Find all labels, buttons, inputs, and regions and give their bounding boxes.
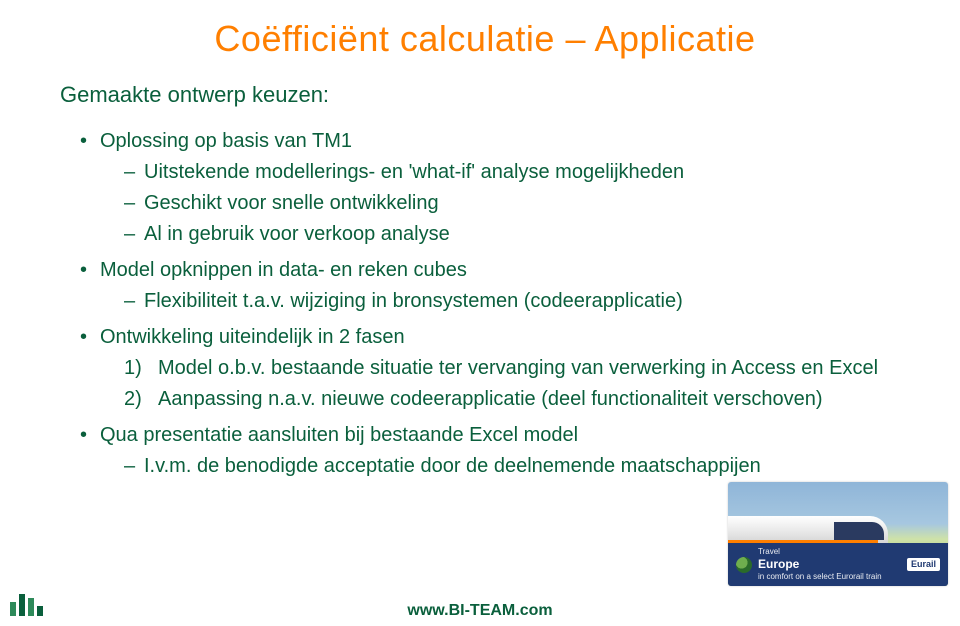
list-item: I.v.m. de benodigde acceptatie door de d… bbox=[124, 452, 910, 481]
list-item-label: Model opknippen in data- en reken cubes bbox=[100, 259, 467, 281]
eurail-badge: Eurail bbox=[907, 558, 940, 571]
list-item: Oplossing op basis van TM1 Uitstekende m… bbox=[80, 126, 910, 249]
list-item: Flexibiliteit t.a.v. wijziging in bronsy… bbox=[124, 287, 910, 316]
list-item: Ontwikkeling uiteindelijk in 2 fasen Mod… bbox=[80, 322, 910, 414]
bullet-list: Oplossing op basis van TM1 Uitstekende m… bbox=[60, 126, 910, 481]
promo-line3: in comfort on a select Eurorail train bbox=[758, 572, 882, 582]
list-item: Model o.b.v. bestaande situatie ter verv… bbox=[124, 354, 910, 383]
slide: Coëfficiënt calculatie – Applicatie Gema… bbox=[0, 0, 960, 626]
numbered-sublist: Model o.b.v. bestaande situatie ter verv… bbox=[100, 354, 910, 414]
list-item: Aanpassing n.a.v. nieuwe codeerapplicati… bbox=[124, 385, 910, 414]
sublist: Uitstekende modellerings- en 'what-if' a… bbox=[100, 158, 910, 249]
list-item: Uitstekende modellerings- en 'what-if' a… bbox=[124, 158, 910, 187]
sublist: Flexibiliteit t.a.v. wijziging in bronsy… bbox=[100, 287, 910, 316]
globe-icon bbox=[736, 557, 752, 573]
list-item: Model opknippen in data- en reken cubes … bbox=[80, 255, 910, 316]
list-item-label: Oplossing op basis van TM1 bbox=[100, 130, 352, 152]
promo-line2: Europe bbox=[758, 557, 882, 572]
list-item: Qua presentatie aansluiten bij bestaande… bbox=[80, 420, 910, 481]
sublist: I.v.m. de benodigde acceptatie door de d… bbox=[100, 452, 910, 481]
list-item-label: Ontwikkeling uiteindelijk in 2 fasen bbox=[100, 326, 405, 348]
list-item-label: Qua presentatie aansluiten bij bestaande… bbox=[100, 424, 578, 446]
list-item: Al in gebruik voor verkoop analyse bbox=[124, 220, 910, 249]
footer-url: www.BI-TEAM.com bbox=[0, 602, 960, 620]
page-title: Coëfficiënt calculatie – Applicatie bbox=[60, 18, 910, 60]
promo-line1: Travel bbox=[758, 547, 882, 557]
promo-caption: Travel Europe in comfort on a select Eur… bbox=[728, 543, 948, 586]
promo-text: Travel Europe in comfort on a select Eur… bbox=[758, 547, 882, 582]
section-subheading: Gemaakte ontwerp keuzen: bbox=[60, 82, 910, 108]
list-item: Geschikt voor snelle ontwikkeling bbox=[124, 189, 910, 218]
promo-image: Travel Europe in comfort on a select Eur… bbox=[728, 482, 948, 586]
